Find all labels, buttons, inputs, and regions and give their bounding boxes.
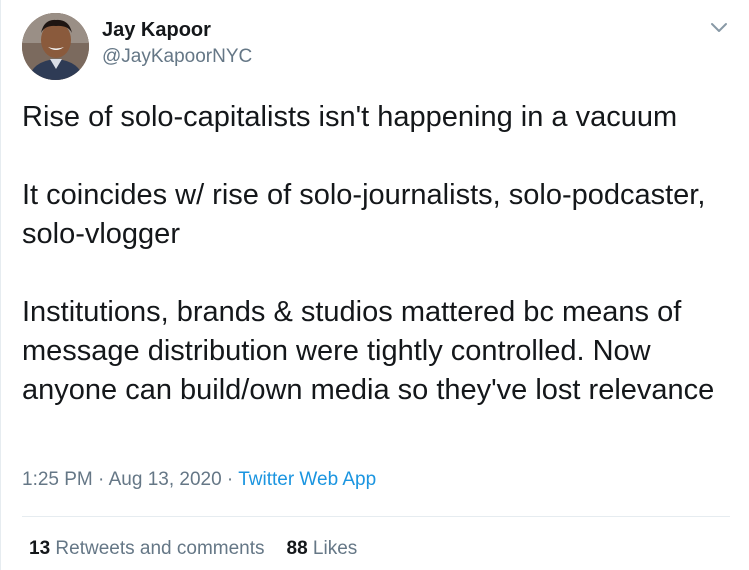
meta-separator: · xyxy=(92,469,109,490)
tweet-meta: 1:25 PM · Aug 13, 2020 · Twitter Web App xyxy=(22,469,376,491)
tweet-paragraph: Rise of solo-capitalists isn't happening… xyxy=(22,101,678,133)
retweets-stat[interactable]: 13 Retweets and comments xyxy=(29,538,265,559)
tweet-paragraph: Institutions, brands & studios mattered … xyxy=(22,296,715,406)
author-name[interactable]: Jay Kapoor xyxy=(102,19,211,42)
likes-label: Likes xyxy=(307,538,358,559)
tweet-source-link[interactable]: Twitter Web App xyxy=(238,469,376,490)
tweet-date[interactable]: Aug 13, 2020 xyxy=(109,469,222,490)
retweets-label: Retweets and comments xyxy=(50,538,265,559)
divider xyxy=(22,516,730,517)
chevron-down-icon[interactable] xyxy=(709,20,729,36)
meta-separator: · xyxy=(221,469,239,490)
profile-photo-icon xyxy=(22,13,89,80)
likes-stat[interactable]: 88 Likes xyxy=(287,538,358,559)
tweet-card: Jay Kapoor @JayKapoorNYC Rise of solo-ca… xyxy=(0,0,749,570)
retweets-count: 13 xyxy=(29,538,51,559)
avatar[interactable] xyxy=(22,13,89,80)
tweet-stats: 13 Retweets and comments 88 Likes xyxy=(29,538,357,560)
tweet-paragraph: It coincides w/ rise of solo-journalists… xyxy=(22,179,706,250)
likes-count: 88 xyxy=(286,538,308,559)
tweet-text: Rise of solo-capitalists isn't happening… xyxy=(22,98,734,410)
author-handle[interactable]: @JayKapoorNYC xyxy=(102,46,252,68)
tweet-time[interactable]: 1:25 PM xyxy=(22,469,93,490)
